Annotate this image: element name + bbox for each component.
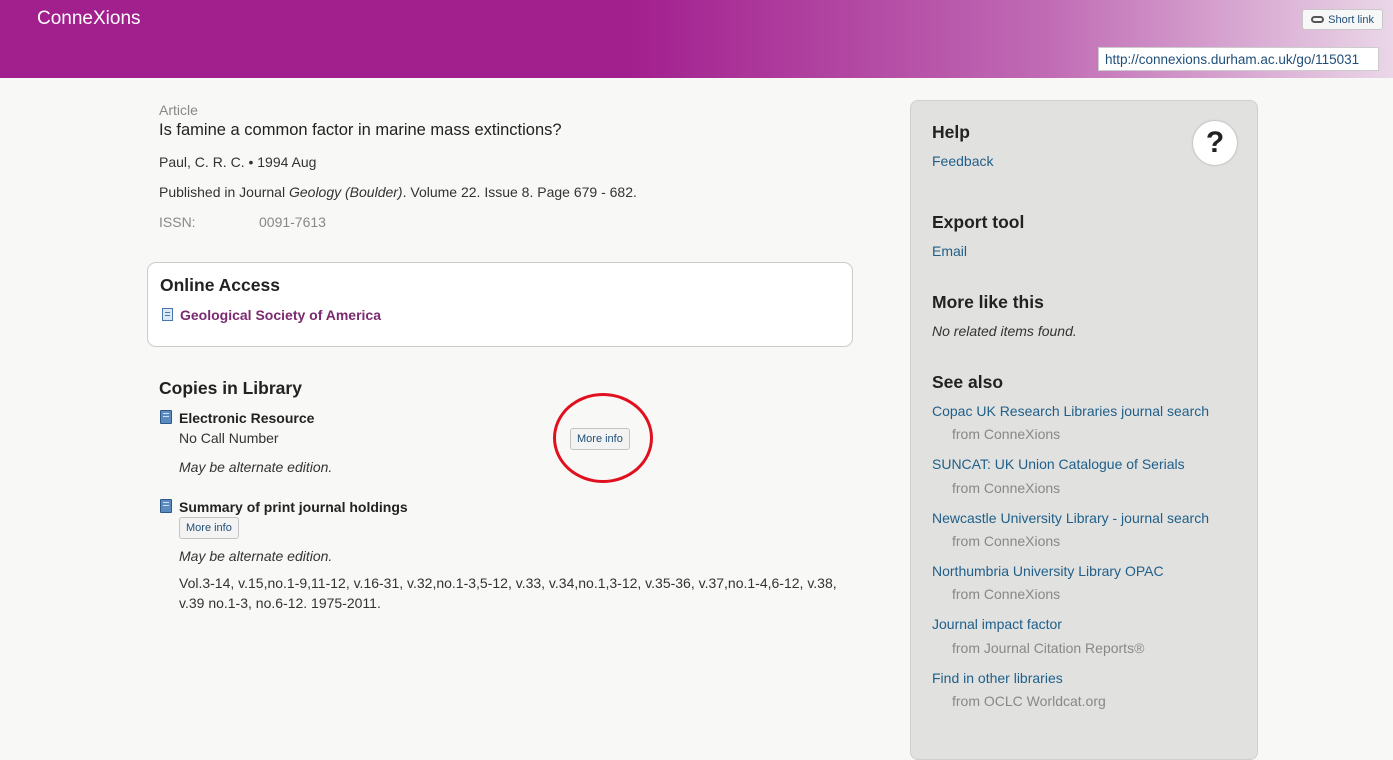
brand-logo[interactable]: ConneXions <box>37 8 141 30</box>
feedback-link[interactable]: Feedback <box>932 153 993 169</box>
see-also-link-impact-factor[interactable]: Journal impact factor <box>932 616 1062 632</box>
issn-label: ISSN: <box>159 214 196 230</box>
published-suffix: . Volume 22. Issue 8. Page 679 - 682. <box>402 184 637 200</box>
alternate-edition-note: May be alternate edition. <box>179 459 333 475</box>
see-also-source: from OCLC Worldcat.org <box>952 693 1106 709</box>
short-link-button[interactable]: Short link <box>1302 9 1383 30</box>
no-related-note: No related items found. <box>932 323 1077 339</box>
short-link-label: Short link <box>1328 13 1374 26</box>
see-also-source: from ConneXions <box>952 586 1061 602</box>
more-like-this-heading: More like this <box>932 292 1044 312</box>
online-access-title: Online Access <box>160 275 280 295</box>
record-authors: Paul, C. R. C. • 1994 Aug <box>159 154 317 170</box>
document-icon <box>162 308 173 321</box>
record-type: Article <box>159 102 198 118</box>
sidebar: Help ? Feedback Export tool Email More l… <box>910 100 1258 760</box>
email-link[interactable]: Email <box>932 243 967 259</box>
holdings-summary: Vol.3-14, v.15,no.1-9,11-12, v.16-31, v.… <box>179 575 837 611</box>
call-number: No Call Number <box>179 430 279 446</box>
more-info-button-print[interactable]: More info <box>179 517 239 539</box>
help-question-icon[interactable]: ? <box>1193 121 1237 165</box>
export-heading: Export tool <box>932 212 1025 232</box>
see-also-link-suncat[interactable]: SUNCAT: UK Union Catalogue of Serials <box>932 456 1185 472</box>
see-also-link-northumbria[interactable]: Northumbria University Library OPAC <box>932 563 1164 579</box>
book-icon <box>160 499 172 513</box>
see-also-source: from ConneXions <box>952 426 1061 442</box>
see-also-link-other-libraries[interactable]: Find in other libraries <box>932 670 1063 686</box>
link-icon <box>1311 16 1325 23</box>
copy-item-title: Summary of print journal holdings <box>179 499 408 515</box>
online-access-link[interactable]: Geological Society of America <box>180 307 381 323</box>
online-access-box: Online Access Geological Society of Amer… <box>147 262 853 347</box>
see-also-source: from ConneXions <box>952 480 1061 496</box>
journal-name: Geology (Boulder) <box>288 184 403 200</box>
short-url-field[interactable] <box>1098 47 1379 71</box>
see-also-source: from Journal Citation Reports® <box>952 640 1145 656</box>
copy-item-title: Electronic Resource <box>179 410 315 426</box>
see-also-heading: See also <box>932 372 1004 392</box>
issn-value: 0091-7613 <box>259 214 326 230</box>
book-icon <box>160 410 172 424</box>
highlight-circle <box>553 393 653 483</box>
see-also-link-newcastle[interactable]: Newcastle University Library - journal s… <box>932 510 1209 526</box>
copies-title: Copies in Library <box>159 378 302 398</box>
top-bar: ConneXions Short link <box>0 0 1393 78</box>
help-heading: Help <box>932 122 970 142</box>
alternate-edition-note: May be alternate edition. <box>179 548 333 564</box>
see-also-link-copac[interactable]: Copac UK Research Libraries journal sear… <box>932 403 1209 419</box>
see-also-source: from ConneXions <box>952 533 1061 549</box>
record-published: Published in Journal Geology (Boulder). … <box>159 184 637 200</box>
record-title: Is famine a common factor in marine mass… <box>159 121 562 139</box>
published-prefix: Published in Journal <box>159 184 289 200</box>
